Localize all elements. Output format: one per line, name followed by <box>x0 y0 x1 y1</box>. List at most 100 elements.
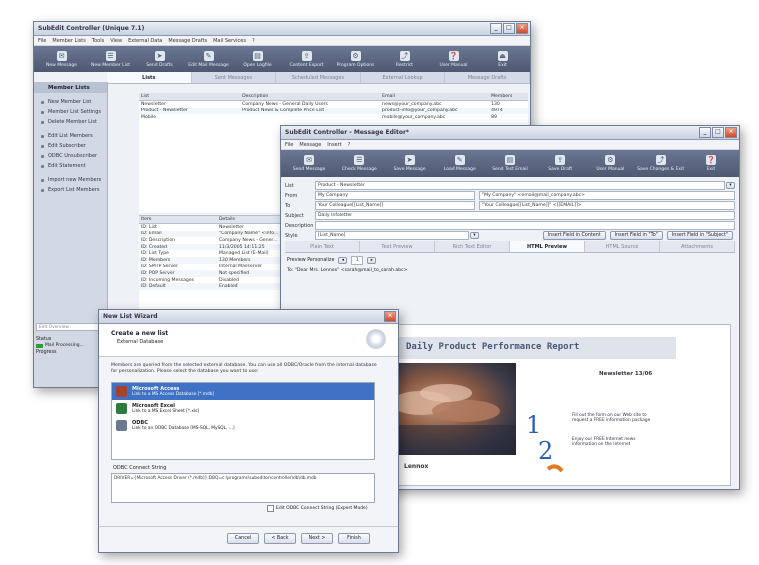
style-dropdown-button[interactable]: ▾ <box>470 232 479 239</box>
sidebar-item-member-list-settings[interactable]: Member List Settings <box>34 107 107 117</box>
editor-titlebar[interactable]: SubEdit Controller - Message Editor* _ □… <box>281 126 739 140</box>
toolbar-button-save-changes-exit[interactable]: ⤴ Save Changes & Exit <box>636 150 686 177</box>
expert-mode-checkbox[interactable] <box>267 505 274 512</box>
wizard-button-next[interactable]: Next > <box>301 533 333 544</box>
toolbar-button-send-message[interactable]: ✉ Send Message <box>284 150 334 177</box>
toolbar-button-save-draft[interactable]: ⇪ Save Draft <box>535 150 585 177</box>
column-header-details[interactable]: Details <box>217 216 289 224</box>
table-row[interactable]: ID: List Type Managed List (E-Mail) <box>139 250 289 257</box>
sidebar-item-export-list-members[interactable]: Export List Members <box>34 185 107 195</box>
toolbar-button-save-message[interactable]: ➤ Save Message <box>384 150 434 177</box>
toolbar-button-new-message[interactable]: ✉ New Message <box>37 46 86 72</box>
toolbar-button-exit[interactable]: ❓ Exit <box>686 150 736 177</box>
menu-item-member-lists[interactable]: Member Lists <box>52 38 86 44</box>
wizard-titlebar[interactable]: New List Wizard × <box>99 310 398 324</box>
preview-prev-button[interactable]: ◂ <box>338 257 348 264</box>
minimize-button[interactable]: _ <box>490 23 502 34</box>
menu-item-[interactable]: ? <box>348 142 351 148</box>
field-insert-button-1[interactable]: Insert Field in "To" <box>609 231 663 240</box>
table-row[interactable]: ID: Members 130 Members <box>139 256 289 264</box>
toolbar-button-load-message[interactable]: ✎ Load Message <box>435 150 485 177</box>
subject-input[interactable]: Daily Infoletter <box>315 211 735 220</box>
maximize-button[interactable]: □ <box>712 127 724 138</box>
tab-lists[interactable]: Lists <box>107 72 192 83</box>
list-input[interactable]: Product - Newsletter <box>315 181 725 190</box>
menu-item-[interactable]: ? <box>252 38 255 44</box>
tab-attachments[interactable]: Attachments <box>660 241 735 252</box>
close-button[interactable]: × <box>725 127 737 138</box>
tab-message-drafts[interactable]: Message Drafts <box>445 72 530 83</box>
menu-item-file[interactable]: File <box>38 38 46 44</box>
wizard-button-cancel[interactable]: Cancel <box>227 533 259 544</box>
table-row[interactable]: ID: Email "Company Name" <info... <box>139 230 289 238</box>
menu-item-insert[interactable]: Insert <box>327 142 341 148</box>
menu-item-view[interactable]: View <box>110 38 122 44</box>
toolbar-button-edit-mail-message[interactable]: ✎ Edit Mail Message <box>184 46 233 72</box>
minimize-button[interactable]: _ <box>699 127 711 138</box>
tab-html-preview[interactable]: HTML Preview <box>510 241 585 252</box>
menu-item-message[interactable]: Message <box>299 142 321 148</box>
toolbar-button-content-export[interactable]: ⇪ Content Export <box>282 46 331 72</box>
tab-sent-messages[interactable]: Sent Messages <box>192 72 277 83</box>
tab-rich-text-editor[interactable]: Rich Text Editor <box>435 241 510 252</box>
column-header-email[interactable]: Email <box>380 93 490 101</box>
sidebar-item-new-member-list[interactable]: New Member List <box>34 97 107 107</box>
odbc-connect-input[interactable]: DRIVER={Microsoft Access Driver (*.mdb)}… <box>111 473 375 503</box>
column-header-list[interactable]: List <box>139 93 241 101</box>
table-row[interactable]: Product - Newsletter Product News & Compl… <box>139 107 528 115</box>
toolbar-button-exit[interactable]: ⏏ Exit <box>478 46 527 72</box>
menu-item-file[interactable]: File <box>285 142 293 148</box>
toolbar-button-check-message[interactable]: ☰ Check Message <box>334 150 384 177</box>
field-insert-button-0[interactable]: Insert Field in Content <box>542 231 606 240</box>
sidebar-item-import-new-members[interactable]: Import new Members <box>34 175 107 185</box>
toolbar-button-send-drafts[interactable]: ➤ Send Drafts <box>135 46 184 72</box>
tab-html-source[interactable]: HTML Source <box>585 241 660 252</box>
preview-index-input[interactable]: 1 <box>351 256 364 265</box>
close-button[interactable]: × <box>384 311 396 322</box>
wizard-button-back[interactable]: < Back <box>264 533 296 544</box>
tab-scheduled-messages[interactable]: Scheduled Messages <box>276 72 361 83</box>
sidebar-item-odbc-unsubscriber[interactable]: ODBC Unsubscriber <box>34 151 107 161</box>
sidebar-item-delete-member-list[interactable]: Delete Member List <box>34 117 107 127</box>
sidebar-item-edit-list-members[interactable]: Edit List Members <box>34 131 107 141</box>
toolbar-button-new-member-list[interactable]: ☰ New Member List <box>86 46 135 72</box>
sidebar-item-edit-statement[interactable]: Edit Statement <box>34 161 107 171</box>
table-row[interactable]: ID: Description Company News - Gener... <box>139 237 289 244</box>
toolbar-button-open-logfile[interactable]: ▤ Open Logfile <box>233 46 282 72</box>
description-input[interactable] <box>315 221 735 230</box>
database-option-microsoft-excel[interactable]: Microsoft Excel Link to a MS Excel Sheet … <box>112 400 374 417</box>
table-row[interactable]: ID: POP Server Not specified <box>139 270 289 277</box>
column-header-description[interactable]: Description <box>240 93 381 101</box>
preview-next-button[interactable]: ▸ <box>367 257 377 264</box>
style-input[interactable]: [List_Name] <box>315 231 469 240</box>
tab-plain-text[interactable]: Plain Text <box>285 241 360 252</box>
menu-item-tools[interactable]: Tools <box>92 38 104 44</box>
column-header-item[interactable]: Item <box>139 216 217 224</box>
sidebar-item-edit-subscriber[interactable]: Edit Subscriber <box>34 141 107 151</box>
table-row[interactable]: Mobile mobile@your_company.abc 89 <box>139 114 528 121</box>
toolbar-button-restrict[interactable]: ⤴ Restrict <box>380 46 429 72</box>
toolbar-button-user-manual[interactable]: ❓ User Manual <box>429 46 478 72</box>
list-dropdown-button[interactable]: ▾ <box>726 182 735 189</box>
toolbar-button-user-manual[interactable]: ⚙ User Manual <box>585 150 635 177</box>
table-row[interactable]: ID: Created 11/3/2005 14:11:25 <box>139 243 289 251</box>
toolbar-button-program-options[interactable]: ⚙ Program Options <box>331 46 380 72</box>
table-row[interactable]: ID: Default Enabled <box>139 283 289 290</box>
table-row[interactable]: ID: Incoming Messages Disabled <box>139 277 289 284</box>
to-input[interactable]: Your Colleague[[List_Name]] <box>315 201 475 210</box>
database-option-microsoft-access[interactable]: Microsoft Access Link to a MS Access Data… <box>112 383 374 400</box>
toolbar-button-send-test-email[interactable]: ▤ Send Test Email <box>485 150 535 177</box>
menu-item-external-data[interactable]: External Data <box>128 38 162 44</box>
wizard-button-finish[interactable]: Finish <box>338 533 370 544</box>
maximize-button[interactable]: □ <box>503 23 515 34</box>
close-button[interactable]: × <box>516 23 528 34</box>
main-titlebar[interactable]: SubEdit Controller (Unique 7.1) _ □ × <box>34 22 530 36</box>
menu-item-mail-services[interactable]: Mail Services <box>213 38 246 44</box>
table-row[interactable]: ID: List Newsletter <box>139 224 289 231</box>
database-option-odbc[interactable]: ODBC Link to an ODBC Database [MS-SQL, My… <box>112 417 374 434</box>
tab-text-preview[interactable]: Text Preview <box>360 241 435 252</box>
field-insert-button-2[interactable]: Insert Field in "Subject" <box>666 231 733 240</box>
menu-item-message-drafts[interactable]: Message Drafts <box>168 38 207 44</box>
sidebar-search-input[interactable]: Edit Overview <box>36 323 104 331</box>
table-row[interactable]: Newsletter Company News - General Daily U… <box>139 101 528 108</box>
